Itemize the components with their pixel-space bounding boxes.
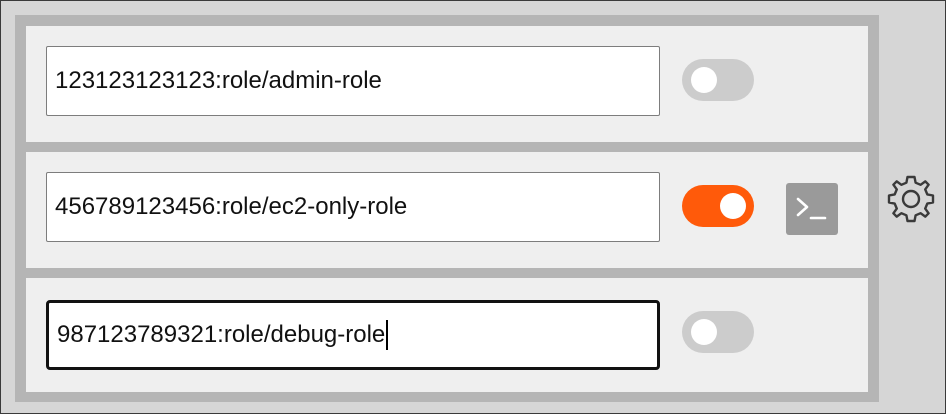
role-arn-input[interactable]: 456789123456:role/ec2-only-role <box>46 172 660 242</box>
role-arn-text: 987123789321:role/debug-role <box>57 321 386 348</box>
open-terminal-button[interactable] <box>786 183 838 235</box>
role-row: 123123123123:role/admin-role <box>26 26 868 142</box>
toggle-knob <box>720 193 746 219</box>
role-row: 987123789321:role/debug-role <box>26 278 868 392</box>
settings-button[interactable] <box>886 174 936 224</box>
role-enable-toggle[interactable] <box>682 311 754 353</box>
role-list: 123123123123:role/admin-role 45678912345… <box>15 15 879 402</box>
role-enable-toggle[interactable] <box>682 59 754 101</box>
role-arn-text: 123123123123:role/admin-role <box>55 67 382 94</box>
role-arn-value-wrap: 987123789321:role/debug-role <box>57 303 389 367</box>
role-row: 456789123456:role/ec2-only-role <box>26 152 868 268</box>
text-caret <box>386 320 389 350</box>
gear-icon <box>887 175 935 223</box>
role-arn-input[interactable]: 987123789321:role/debug-role <box>46 300 660 370</box>
role-enable-toggle[interactable] <box>682 185 754 227</box>
role-arn-text: 456789123456:role/ec2-only-role <box>55 193 408 220</box>
role-arn-input[interactable]: 123123123123:role/admin-role <box>46 46 660 116</box>
terminal-icon <box>796 197 827 220</box>
toggle-knob <box>691 319 717 345</box>
toggle-knob <box>691 67 717 93</box>
app-window: 123123123123:role/admin-role 45678912345… <box>0 0 946 414</box>
